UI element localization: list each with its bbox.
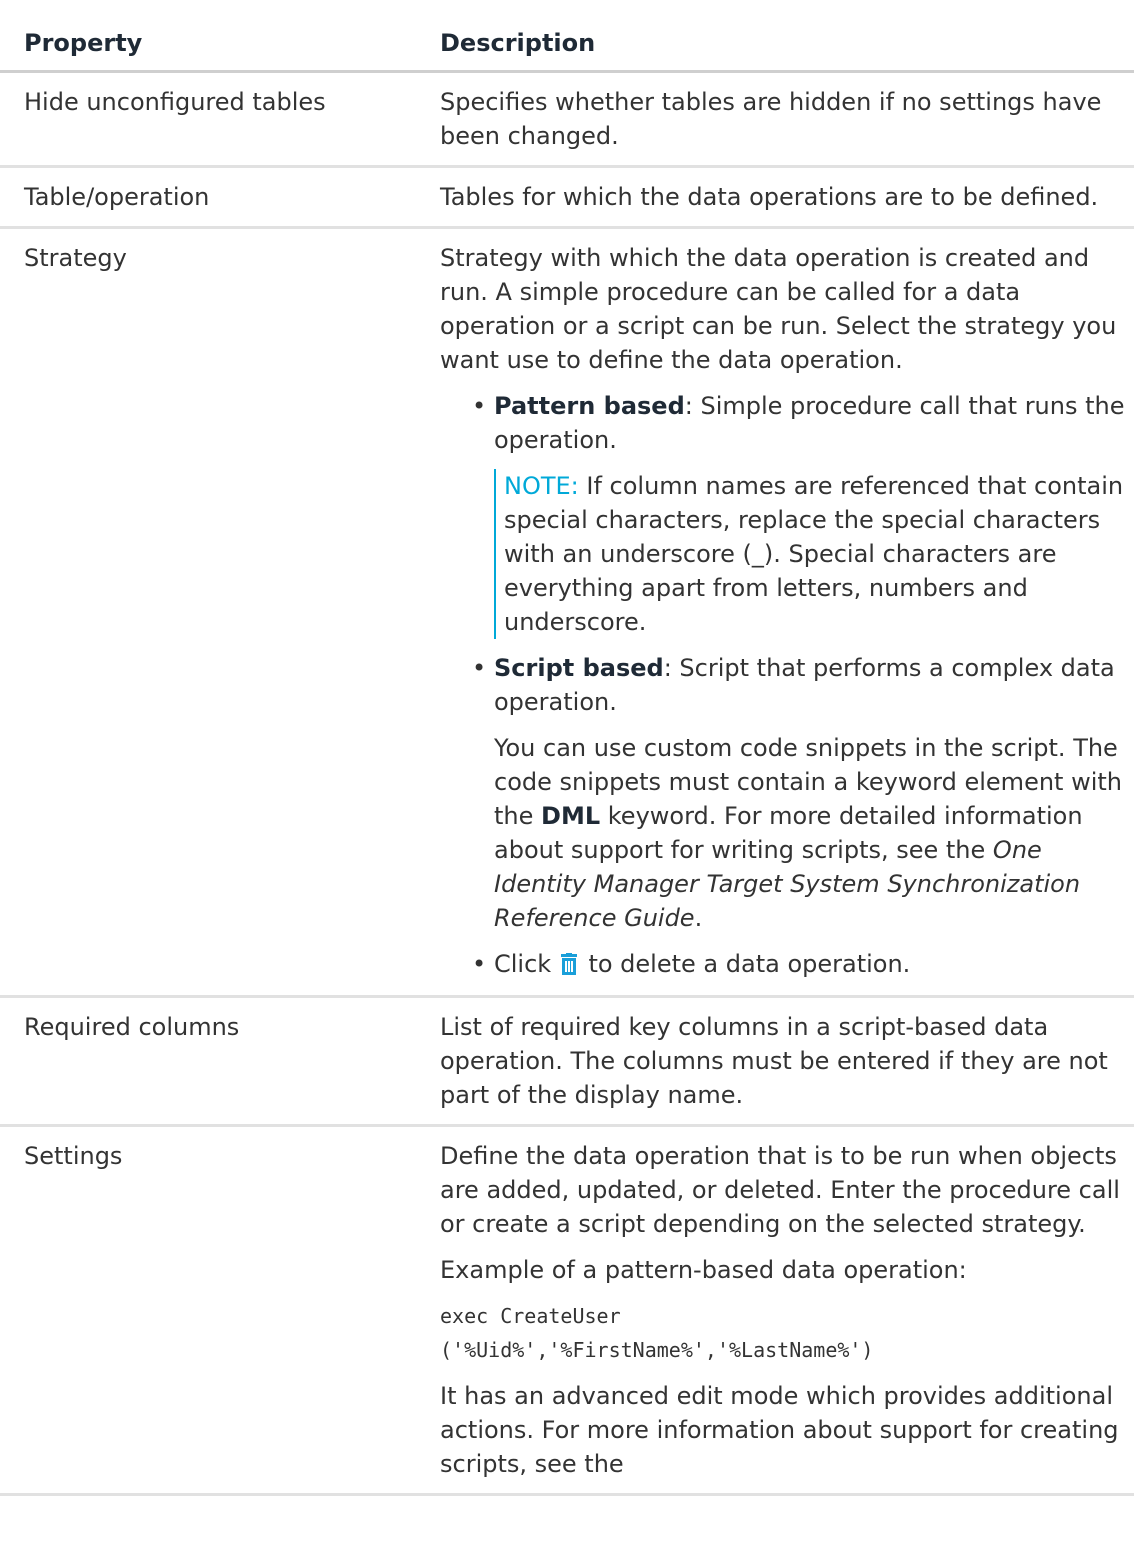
description-text: Define the data operation that is to be … bbox=[440, 1142, 1120, 1238]
bullet-icon: • bbox=[472, 654, 487, 682]
description-text: Specifies whether tables are hidden if n… bbox=[440, 88, 1102, 150]
table-row: Settings Define the data operation that … bbox=[0, 1125, 1134, 1496]
strategy-list: • Pattern based: Simple procedure call t… bbox=[440, 389, 1130, 981]
description-cell: Define the data operation that is to be … bbox=[423, 1125, 1134, 1496]
list-item: • Click to delete a data operation. bbox=[440, 947, 1130, 981]
document-page: Property Description Hide unconfigured t… bbox=[0, 0, 1134, 1558]
code-example: exec CreateUser ('%Uid%','%FirstName%','%… bbox=[440, 1299, 1130, 1367]
header-description: Description bbox=[423, 0, 1134, 73]
description-cell: Specifies whether tables are hidden if n… bbox=[423, 71, 1134, 168]
property-cell: Table/operation bbox=[0, 166, 423, 229]
note-text: If column names are referenced that cont… bbox=[504, 472, 1124, 636]
snippet-paragraph: You can use custom code snippets in the … bbox=[494, 731, 1130, 935]
code-line: exec CreateUser bbox=[440, 1304, 621, 1328]
description-cell: Strategy with which the data operation i… bbox=[423, 227, 1134, 998]
note-label: NOTE: bbox=[504, 472, 579, 500]
table-row: Strategy Strategy with which the data op… bbox=[0, 227, 1134, 998]
header-property: Property bbox=[0, 0, 423, 73]
note-box: NOTE: If column names are referenced tha… bbox=[494, 469, 1130, 639]
table-row: Table/operation Tables for which the dat… bbox=[0, 166, 1134, 229]
table-row: Hide unconfigured tables Specifies wheth… bbox=[0, 71, 1134, 168]
snippet-text: . bbox=[694, 904, 703, 932]
property-cell: Required columns bbox=[0, 996, 423, 1127]
click-text: to delete a data operation. bbox=[580, 950, 911, 978]
list-item: • Pattern based: Simple procedure call t… bbox=[440, 389, 1130, 639]
bullet-icon: • bbox=[472, 392, 487, 420]
list-item: • Script based: Script that performs a c… bbox=[440, 651, 1130, 935]
bullet-icon: • bbox=[472, 950, 487, 978]
property-cell: Strategy bbox=[0, 227, 423, 998]
example-label: Example of a pattern-based data operatio… bbox=[440, 1256, 967, 1284]
description-text: Strategy with which the data operation i… bbox=[440, 244, 1117, 374]
property-table: Property Description Hide unconfigured t… bbox=[0, 0, 1134, 1496]
description-text: Tables for which the data operations are… bbox=[440, 183, 1099, 211]
code-line: ('%Uid%','%FirstName%','%LastName%') bbox=[440, 1338, 874, 1362]
table-header-row: Property Description bbox=[0, 0, 1134, 73]
property-cell: Settings bbox=[0, 1125, 423, 1496]
property-cell: Hide unconfigured tables bbox=[0, 71, 423, 168]
description-text: List of required key columns in a script… bbox=[440, 1013, 1108, 1109]
description-cell: Tables for which the data operations are… bbox=[423, 166, 1134, 229]
script-label: Script based bbox=[494, 654, 664, 682]
trash-icon bbox=[560, 953, 577, 975]
dml-keyword: DML bbox=[541, 802, 601, 830]
table-row: Required columns List of required key co… bbox=[0, 996, 1134, 1127]
description-cell: List of required key columns in a script… bbox=[423, 996, 1134, 1127]
click-text: Click bbox=[494, 950, 559, 978]
pattern-label: Pattern based bbox=[494, 392, 685, 420]
advanced-text: It has an advanced edit mode which provi… bbox=[440, 1382, 1119, 1478]
